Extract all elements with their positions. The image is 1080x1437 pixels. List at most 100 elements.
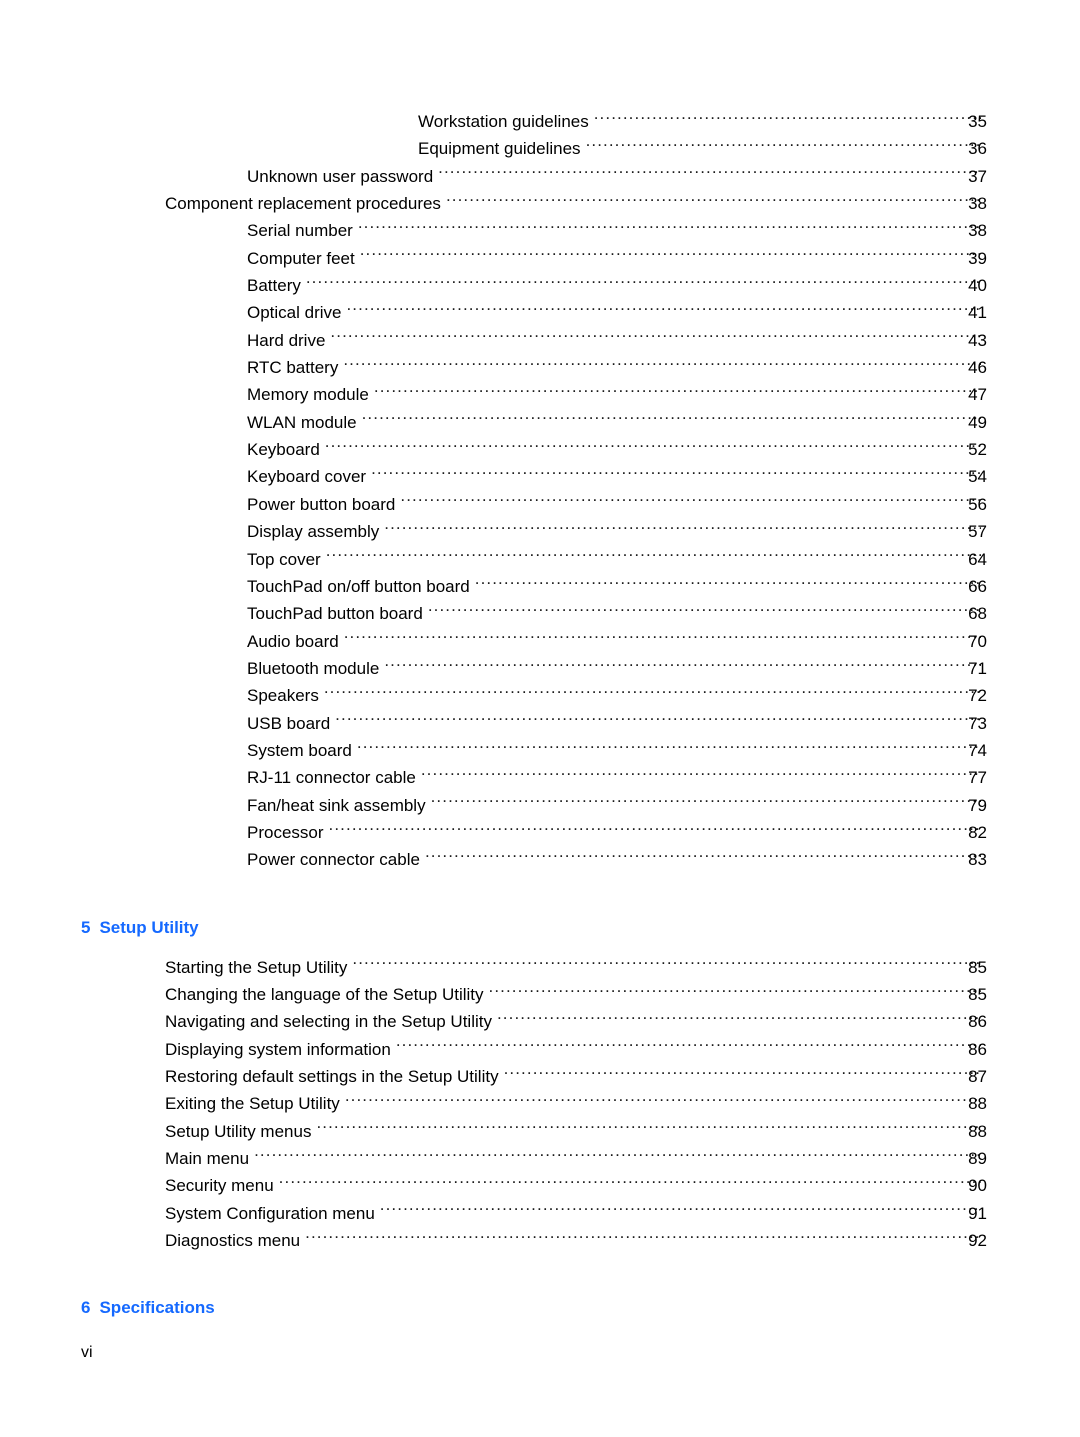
toc-entry-title: Exiting the Setup Utility [165, 1094, 340, 1114]
toc-entry[interactable]: Fan/heat sink assembly 79 [0, 792, 1080, 819]
toc-entry[interactable]: System Configuration menu 91 [0, 1200, 1080, 1227]
toc-entry[interactable]: USB board 73 [0, 710, 1080, 737]
toc-entry[interactable]: Security menu 90 [0, 1172, 1080, 1199]
toc-entry[interactable]: Computer feet 39 [0, 245, 1080, 272]
toc-entry-title: Hard drive [247, 330, 326, 350]
toc-entry[interactable]: Restoring default settings in the Setup … [0, 1063, 1080, 1090]
dot-leader [421, 766, 981, 783]
toc-entry-page-number: 56 [968, 494, 987, 514]
toc-entry[interactable]: Speakers 72 [0, 682, 1080, 709]
dot-leader [384, 657, 981, 674]
toc-entry-page-number: 85 [968, 984, 987, 1004]
toc-entry-title: Diagnostics menu [165, 1231, 301, 1251]
toc-entry[interactable]: Setup Utility menus 88 [0, 1118, 1080, 1145]
toc-entry-page-number: 77 [968, 768, 987, 788]
dot-leader [343, 356, 981, 373]
toc-entry-page-number: 73 [968, 713, 987, 733]
toc-entry[interactable]: Power connector cable 83 [0, 846, 1080, 873]
toc-entry-page-number: 91 [968, 1203, 987, 1223]
dot-leader [306, 274, 981, 291]
toc-entry-page-number: 92 [968, 1231, 987, 1251]
toc-entry-title: System board [247, 740, 352, 760]
toc-entry-title: Restoring default settings in the Setup … [165, 1067, 499, 1086]
toc-entry[interactable]: Top cover 64 [0, 546, 1080, 573]
dot-leader [446, 192, 981, 209]
toc-entry[interactable]: WLAN module 49 [0, 409, 1080, 436]
toc-entry-page-number: 86 [968, 1012, 987, 1032]
toc-entry-title: Power button board [247, 494, 396, 514]
toc-entry-page-number: 64 [968, 549, 987, 569]
toc-entry-title: RJ-11 connector cable [247, 768, 416, 788]
dot-leader [344, 630, 981, 647]
toc-entry[interactable]: RTC battery 46 [0, 354, 1080, 381]
toc-entry[interactable]: Equipment guidelines 36 [0, 135, 1080, 162]
dot-leader [428, 602, 981, 619]
toc-entry-title: WLAN module [247, 412, 357, 432]
toc-entry[interactable]: TouchPad button board 68 [0, 600, 1080, 627]
toc-entry[interactable]: Workstation guidelines 35 [0, 108, 1080, 135]
toc-entry[interactable]: Keyboard 52 [0, 436, 1080, 463]
toc-entry-title: Displaying system information [165, 1039, 391, 1059]
toc-entry-page-number: 41 [968, 303, 987, 323]
chapter-heading[interactable]: 5 Setup Utility [0, 916, 1080, 940]
toc-entry-title: Main menu [165, 1149, 250, 1169]
dot-leader [384, 520, 981, 537]
toc-entry[interactable]: Battery 40 [0, 272, 1080, 299]
toc-entry-title: Bluetooth module [247, 658, 380, 678]
toc-entry[interactable]: System board 74 [0, 737, 1080, 764]
chapter-heading[interactable]: 6 Specifications [0, 1296, 1080, 1320]
toc-entry-title: RTC battery [247, 358, 339, 378]
toc-entry[interactable]: Changing the language of the Setup Utili… [0, 981, 1080, 1008]
toc-entry[interactable]: Exiting the Setup Utility 88 [0, 1090, 1080, 1117]
toc-entry-title: Equipment guidelines [418, 139, 581, 159]
toc-entry-page-number: 71 [968, 658, 987, 678]
dot-leader [489, 983, 981, 1000]
dot-leader [357, 739, 981, 756]
dot-leader [326, 548, 981, 565]
toc-entry-page-number: 49 [968, 412, 987, 432]
dot-leader [254, 1147, 981, 1164]
toc-entry[interactable]: Audio board 70 [0, 628, 1080, 655]
toc-entry-title: Fan/heat sink assembly [247, 795, 426, 815]
toc-entry-title: Keyboard [247, 440, 320, 460]
toc-entry-page-number: 37 [968, 166, 987, 186]
toc-entry[interactable]: Memory module 47 [0, 381, 1080, 408]
toc-entry-title: Starting the Setup Utility [165, 957, 348, 977]
table-of-contents: Workstation guidelines 35 Equipment guidel… [0, 108, 1080, 1334]
toc-entry[interactable]: Processor 82 [0, 819, 1080, 846]
dot-leader [360, 247, 981, 264]
toc-entry-title: Component replacement procedures [165, 194, 441, 214]
toc-entry[interactable]: TouchPad on/off button board 66 [0, 573, 1080, 600]
toc-entry-title: Speakers [247, 686, 319, 706]
toc-entry-title: Setup Utility menus [165, 1121, 312, 1141]
toc-entry[interactable]: Hard drive 43 [0, 327, 1080, 354]
toc-entry[interactable]: Optical drive 41 [0, 299, 1080, 326]
toc-entry-page-number: 90 [968, 1176, 987, 1196]
toc-entry-page-number: 68 [968, 604, 987, 624]
toc-entry[interactable]: Displaying system information 86 [0, 1036, 1080, 1063]
toc-entry[interactable]: Main menu 89 [0, 1145, 1080, 1172]
toc-entry-title: Navigating and selecting in the Setup Ut… [165, 1012, 492, 1032]
dot-leader [305, 1229, 981, 1246]
dot-leader [358, 219, 981, 236]
dot-leader [586, 137, 981, 154]
toc-entry[interactable]: Component replacement procedures 38 [0, 190, 1080, 217]
toc-entry-title: Battery [247, 276, 301, 296]
dot-leader [594, 110, 981, 127]
toc-entry[interactable]: Unknown user password 37 [0, 163, 1080, 190]
toc-entry-page-number: 87 [968, 1067, 987, 1086]
toc-entry[interactable]: Starting the Setup Utility 85 [0, 954, 1080, 981]
toc-entry-title: Changing the language of the Setup Utili… [165, 984, 484, 1004]
toc-entry[interactable]: RJ-11 connector cable 77 [0, 764, 1080, 791]
toc-entry[interactable]: Keyboard cover 54 [0, 463, 1080, 490]
toc-entry-page-number: 72 [968, 686, 987, 706]
toc-entry[interactable]: Display assembly 57 [0, 518, 1080, 545]
toc-entry[interactable]: Bluetooth module 71 [0, 655, 1080, 682]
toc-entry-page-number: 88 [968, 1094, 987, 1114]
toc-entry[interactable]: Power button board 56 [0, 491, 1080, 518]
toc-entry[interactable]: Diagnostics menu 92 [0, 1227, 1080, 1254]
toc-entry-page-number: 85 [968, 957, 987, 977]
toc-entry[interactable]: Navigating and selecting in the Setup Ut… [0, 1008, 1080, 1035]
toc-entry[interactable]: Serial number 38 [0, 217, 1080, 244]
toc-entry-page-number: 54 [968, 467, 987, 487]
